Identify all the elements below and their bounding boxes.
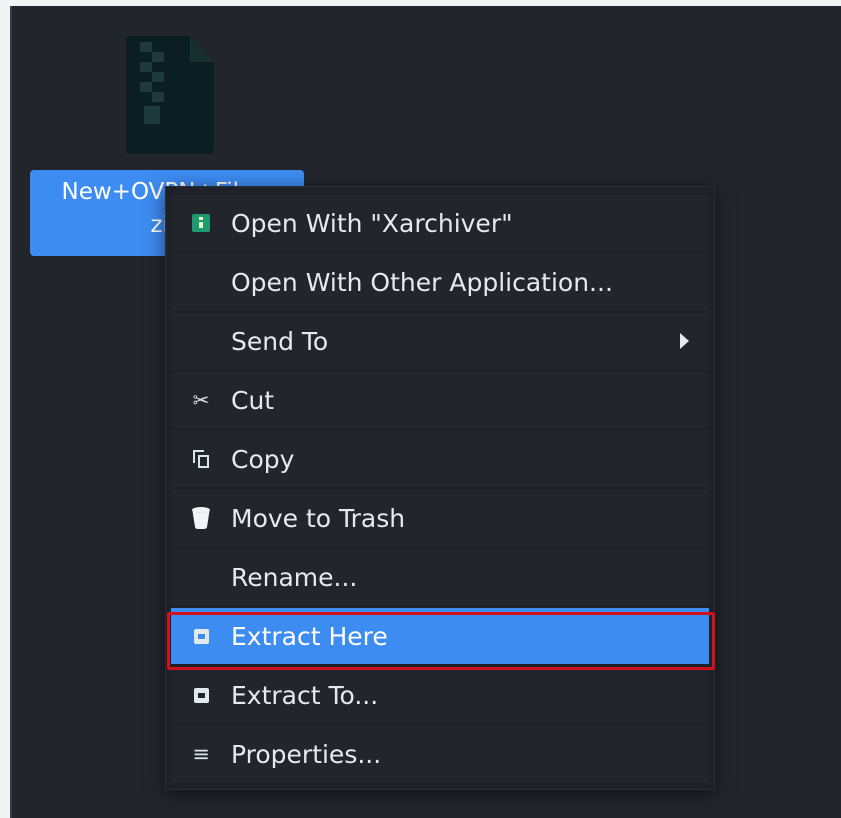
extract-icon [171,687,231,703]
menu-item-extract-to[interactable]: Extract To... [171,667,709,723]
menu-item-label: Open With Other Application... [231,267,613,297]
menu-item-label: Extract Here [231,621,388,651]
copy-icon [171,449,231,469]
menu-item-label: Move to Trash [231,503,406,533]
menu-item-cut[interactable]: ✂ Cut [171,372,709,428]
menu-item-label: Cut [231,385,275,415]
menu-item-move-to-trash[interactable]: Move to Trash [171,490,709,546]
menu-item-label: Copy [231,444,295,474]
menu-item-label: Open With "Xarchiver" [231,208,513,238]
menu-item-label: Properties... [231,739,382,769]
menu-item-open-with-other[interactable]: Open With Other Application... [171,254,709,310]
menu-item-send-to[interactable]: Send To [171,313,709,369]
submenu-arrow-icon [680,333,689,349]
xarchiver-app-icon [171,214,231,232]
zip-archive-icon [126,36,214,154]
menu-item-rename[interactable]: Rename... [171,549,709,605]
menu-item-copy[interactable]: Copy [171,431,709,487]
trash-icon [171,507,231,529]
menu-item-label: Extract To... [231,680,379,710]
menu-item-label: Rename... [231,562,358,592]
properties-icon: ≡ [192,741,210,766]
menu-item-properties[interactable]: ≡ Properties... [171,726,709,782]
scissors-icon: ✂ [192,388,210,412]
menu-item-open-with-xarchiver[interactable]: Open With "Xarchiver" [171,195,709,251]
extract-icon [171,628,231,644]
menu-item-label: Send To [231,326,329,356]
menu-item-extract-here[interactable]: Extract Here [171,608,709,664]
context-menu: Open With "Xarchiver" Open With Other Ap… [165,186,715,790]
